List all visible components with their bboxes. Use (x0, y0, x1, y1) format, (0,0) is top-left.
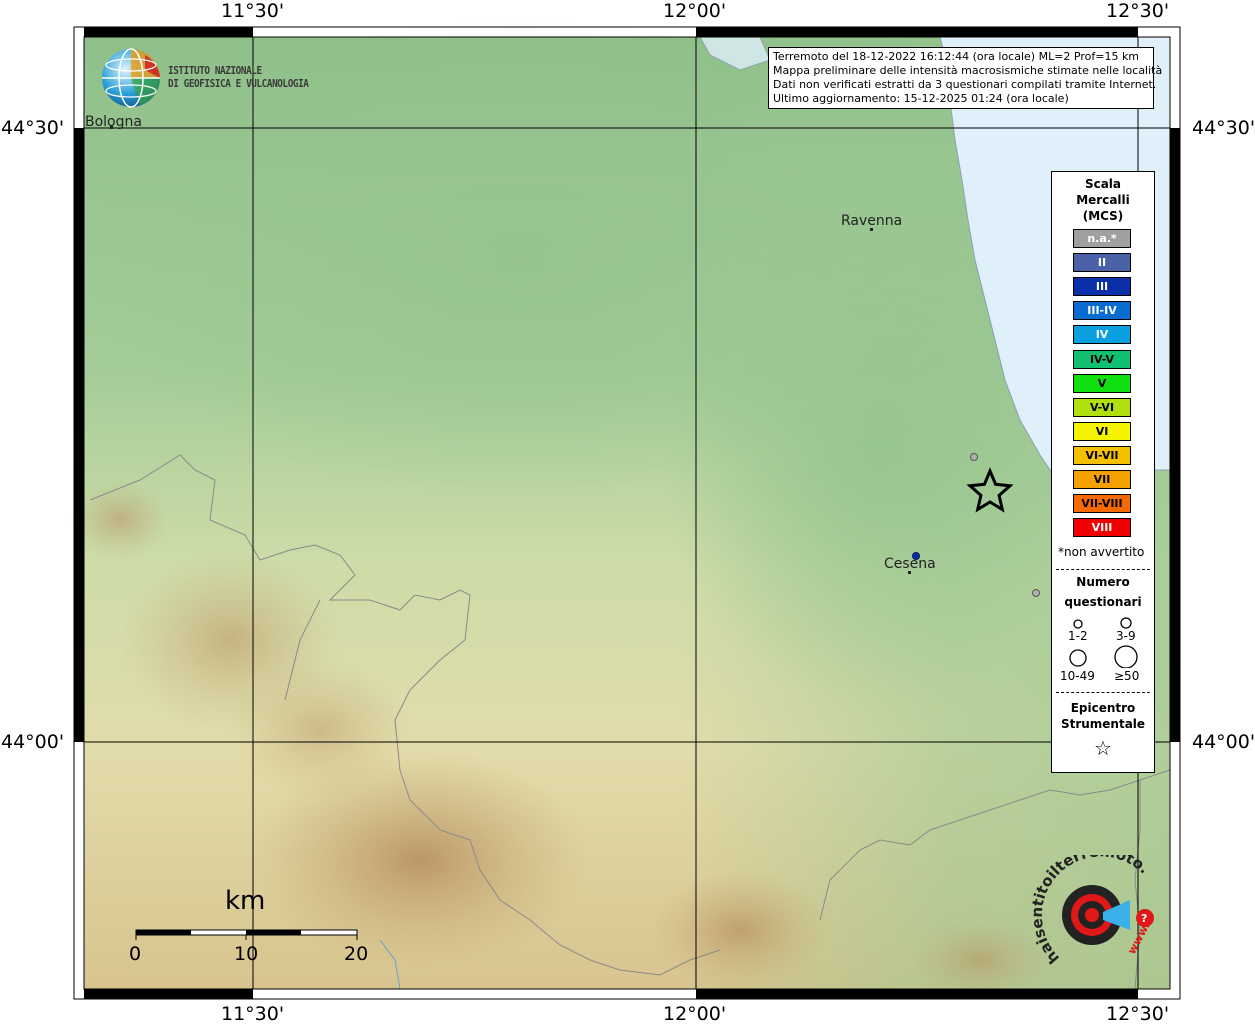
count-label: ≥50 (1114, 669, 1140, 683)
x-tick-label: 12°30' (1106, 0, 1170, 22)
intensity-legend: Scala Mercalli (MCS) n.a.* II III III-IV IV I… (1051, 171, 1155, 773)
legend-title: (MCS) (1082, 209, 1124, 223)
x-tick-label: 12°30' (1106, 1003, 1170, 1025)
city-label-ravenna: Ravenna (841, 213, 903, 229)
count-title: questionari (1064, 595, 1142, 609)
intensity-swatch: V-VI (1073, 397, 1131, 417)
intensity-swatch: IV (1073, 325, 1131, 345)
info-line: Terremoto del 18-12-2022 16:12:44 (ora l… (773, 50, 1140, 63)
count-label: 1-2 (1068, 629, 1088, 643)
ingv-globe-icon (102, 48, 160, 108)
count-label: 10-49 (1060, 669, 1095, 683)
x-tick-label: 12°00' (663, 1003, 727, 1025)
observation-point (1032, 589, 1040, 597)
legend-title: Scala (1084, 177, 1122, 191)
intensity-swatch: n.a.* (1073, 229, 1131, 248)
x-tick-label: 11°30' (221, 0, 285, 22)
not-felt-note: *non avvertito (1058, 545, 1145, 559)
info-line: Dati non verificati estratti da 3 questi… (773, 78, 1157, 91)
scale-label: 10 (234, 943, 259, 965)
y-tick-label: 44°30' (1, 117, 65, 139)
epicenter-title: Epicentro (1070, 701, 1136, 715)
observation-point (970, 453, 978, 461)
city-label-bologna: Bologna (85, 114, 142, 130)
info-line: Ultimo aggiornamento: 15-12-2025 01:24 (… (773, 92, 1069, 105)
intensity-swatch: IV-V (1073, 349, 1131, 369)
x-tick-label: 11°30' (221, 1003, 285, 1025)
y-tick-label: 44°00' (1192, 731, 1255, 753)
info-line: Mappa preliminare delle intensità macros… (773, 64, 1163, 77)
epicenter-title: Strumentale (1060, 717, 1146, 731)
legend-divider (1056, 569, 1150, 570)
intensity-swatch: III-IV (1073, 301, 1131, 321)
x-tick-label: 12°00' (663, 0, 727, 22)
intensity-swatch: VIII (1073, 518, 1131, 538)
intensity-swatch: VII (1073, 470, 1131, 489)
badge-question: ? (1141, 912, 1147, 925)
city-label-cesena: Cesena (884, 556, 936, 572)
intensity-swatch: III (1073, 277, 1131, 297)
legend-title: Mercalli (1076, 193, 1130, 207)
intensity-swatch: V (1073, 373, 1131, 393)
institute-name: ISTITUTO NAZIONALE DI GEOFISICA E VULCAN… (168, 64, 309, 90)
badge-www: www. (1125, 920, 1152, 956)
y-tick-label: 44°30' (1192, 117, 1255, 139)
earthquake-info-box: Terremoto del 18-12-2022 16:12:44 (ora l… (768, 47, 1163, 109)
scale-label: 20 (344, 943, 369, 965)
y-tick-label: 44°00' (1, 731, 65, 753)
count-label: 3-9 (1116, 629, 1136, 643)
intensity-swatch: VII-VIII (1073, 494, 1131, 514)
scale-unit: km (225, 886, 266, 916)
count-title: Numero (1076, 575, 1130, 589)
scale-label: 0 (129, 943, 142, 965)
intensity-swatch: II (1073, 253, 1131, 273)
legend-divider (1056, 692, 1150, 693)
epicenter-legend-star-icon: ☆ (1094, 736, 1112, 760)
intensity-swatch: VI-VII (1073, 445, 1131, 465)
intensity-swatch: VI (1073, 421, 1131, 441)
badge-text: haisentitoilterremoto.it www. ? (1030, 855, 1153, 967)
